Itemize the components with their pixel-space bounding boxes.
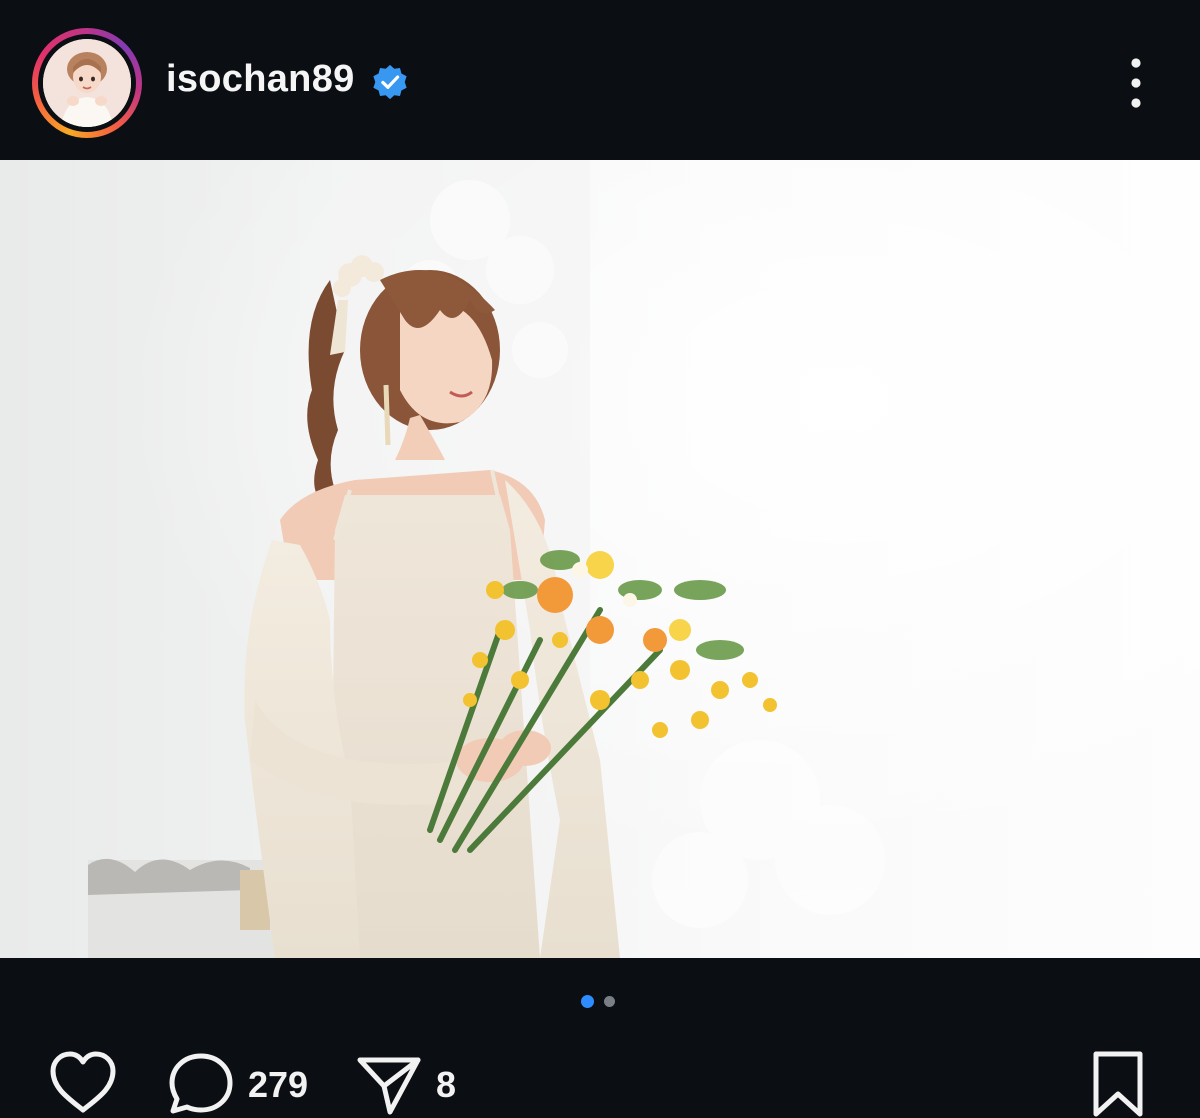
post-view: isochan89 279 8 — [0, 0, 1200, 1118]
post-photo[interactable] — [0, 160, 1200, 958]
carousel-indicator — [580, 995, 620, 1009]
send-icon[interactable] — [356, 1054, 422, 1116]
username[interactable]: isochan89 — [166, 58, 355, 101]
comment-count: 279 — [248, 1064, 309, 1105]
photo-illustration — [0, 160, 1200, 958]
bookmark-icon[interactable] — [1090, 1050, 1146, 1118]
comment-icon[interactable] — [166, 1050, 236, 1116]
carousel-dot-active — [581, 995, 594, 1008]
post-header: isochan89 — [0, 0, 1200, 160]
avatar-image — [43, 39, 131, 127]
verified-badge-icon — [373, 64, 407, 100]
avatar[interactable] — [43, 39, 131, 127]
story-ring[interactable] — [32, 28, 142, 138]
more-vertical-icon[interactable] — [1118, 55, 1154, 111]
share-count: 8 — [436, 1064, 457, 1105]
heart-icon[interactable] — [48, 1050, 118, 1116]
post-actions: 279 8 — [0, 1040, 1200, 1118]
carousel-dot — [604, 996, 615, 1007]
